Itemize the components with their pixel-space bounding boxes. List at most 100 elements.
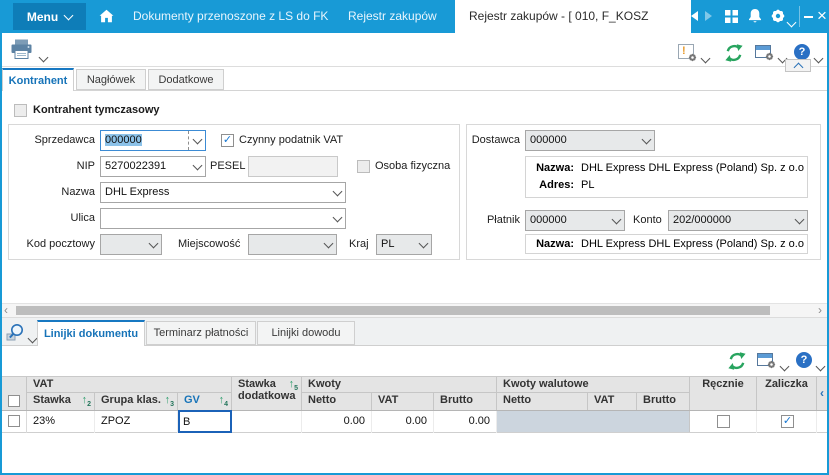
scrollbar-left-arrow-icon[interactable]: ‹ (4, 303, 8, 317)
column-header-stawka[interactable]: Stawka ↑2 (27, 393, 95, 410)
grid-collapse-icon[interactable]: ‹ (817, 377, 827, 410)
tab-scroll-prev-icon[interactable] (691, 11, 698, 21)
dropdown-arrow-icon[interactable] (188, 131, 205, 150)
osoba-fizyczna-checkbox[interactable] (357, 160, 370, 173)
platnik-combobox[interactable]: 000000 (525, 210, 625, 231)
scrollbar-right-arrow-icon[interactable]: › (818, 303, 822, 317)
help-dropdown-icon[interactable] (813, 49, 824, 67)
column-header-stawka-dodatkowa[interactable]: Stawka dodatkowa ↑5 (232, 377, 302, 410)
detail-help-dropdown-icon[interactable] (815, 357, 826, 375)
kontrahent-tymczasowy-checkbox[interactable] (14, 104, 27, 117)
divider (762, 7, 763, 27)
dropdown-arrow-icon[interactable] (791, 211, 807, 230)
cell-stawka[interactable]: 23% (27, 411, 95, 433)
scrollbar-thumb[interactable] (16, 306, 770, 315)
dropdown-arrow-icon[interactable] (320, 235, 336, 254)
column-header-netto[interactable]: Netto (302, 393, 372, 410)
close-button[interactable]: × (817, 7, 827, 24)
czynny-podatnik-vat-checkbox[interactable]: ✓ (221, 134, 234, 147)
dropdown-arrow-icon[interactable] (329, 183, 345, 202)
row-select-checkbox[interactable] (8, 415, 20, 427)
column-header-brutto[interactable]: Brutto (434, 393, 497, 410)
window-titlebar-glyph (758, 354, 772, 358)
column-header-recznie[interactable]: Ręcznie (690, 377, 757, 410)
pesel-field[interactable] (248, 156, 338, 177)
print-dropdown-icon[interactable] (38, 48, 49, 66)
detail-refresh-icon[interactable] (727, 351, 747, 376)
column-header-wal-brutto[interactable]: Brutto (637, 393, 690, 410)
tab-terminarz-platnosci[interactable]: Terminarz płatności (146, 321, 256, 345)
tab-scroll-next-icon[interactable] (705, 11, 712, 21)
kod-pocztowy-combobox[interactable] (100, 234, 162, 255)
konto-combobox[interactable]: 202/000000 (668, 210, 808, 231)
group-header-vat[interactable]: VAT (27, 377, 232, 393)
dropdown-arrow-icon[interactable] (329, 209, 345, 228)
ulica-combobox[interactable] (100, 208, 346, 229)
dropdown-arrow-icon[interactable] (145, 235, 161, 254)
tab-kontrahent[interactable]: Kontrahent (2, 68, 74, 91)
group-header-kwoty[interactable]: Kwoty (302, 377, 497, 393)
titlebar: Menu Dokumenty przenoszone z LS do FK Re… (0, 0, 829, 33)
group-header-kwoty-walutowe[interactable]: Kwoty walutowe (497, 377, 690, 393)
menu-button[interactable]: Menu (13, 3, 86, 30)
tab-linijki-dowodu[interactable]: Linijki dowodu (257, 321, 355, 345)
tab-dokumenty-przenoszone[interactable]: Dokumenty przenoszone z LS do FK (133, 0, 328, 33)
platnik-nazwa-label: Nazwa: (536, 238, 574, 250)
recznie-checkbox[interactable] (717, 415, 730, 428)
select-all-checkbox[interactable] (8, 395, 20, 407)
czynny-podatnik-vat-label: Czynny podatnik VAT (239, 134, 344, 146)
nazwa-value: DHL Express (105, 186, 170, 198)
validation-settings-icon[interactable]: ! (678, 44, 697, 62)
dostawca-adres-value: PL (581, 179, 595, 191)
chevron-up-icon (793, 62, 803, 72)
home-icon[interactable] (99, 9, 114, 28)
detail-layout-dropdown-icon[interactable] (779, 357, 790, 375)
column-header-wal-netto[interactable]: Netto (497, 393, 588, 410)
dropdown-arrow-icon[interactable] (189, 157, 205, 176)
kraj-combobox[interactable]: PL (376, 234, 432, 255)
dropdown-arrow-icon[interactable] (415, 235, 431, 254)
column-header-wal-vat[interactable]: VAT (588, 393, 637, 410)
tab-naglowek[interactable]: Nagłówek (76, 69, 146, 90)
zoom-icon[interactable] (6, 322, 26, 347)
detail-layout-settings-icon[interactable] (757, 353, 776, 369)
layout-settings-icon[interactable] (755, 45, 774, 61)
nip-combobox[interactable]: 5270022391 (100, 156, 206, 177)
refresh-icon[interactable] (724, 43, 744, 68)
bell-icon[interactable] (748, 8, 762, 29)
sprzedawca-combobox[interactable]: 000000 (100, 130, 206, 151)
column-header-grupa-klas[interactable]: Grupa klas. ↑3 (95, 393, 178, 410)
zaliczka-checkbox[interactable]: ✓ (781, 415, 794, 428)
application-window: Menu Dokumenty przenoszone z LS do FK Re… (0, 0, 829, 475)
cell-gv-selected[interactable]: B (178, 410, 232, 433)
validation-dropdown-icon[interactable] (700, 49, 711, 67)
help-icon[interactable]: ? (794, 44, 810, 60)
miejscowosc-combobox[interactable] (248, 234, 337, 255)
detail-help-icon[interactable]: ? (796, 352, 812, 368)
minimize-button[interactable] (804, 16, 813, 18)
tab-rejestr-zakupow-active[interactable]: Rejestr zakupów - [ 010, F_KOSZ (455, 0, 691, 33)
tab-linijki-dokumentu[interactable]: Linijki dokumentu (37, 320, 145, 346)
print-icon[interactable] (9, 39, 34, 65)
dropdown-arrow-icon[interactable] (608, 211, 624, 230)
cell-grupa-klas[interactable]: ZPOZ (95, 411, 178, 433)
zoom-dropdown-icon[interactable] (27, 329, 38, 347)
column-header-zaliczka[interactable]: Zaliczka (757, 377, 817, 410)
tab-rejestr-zakupow[interactable]: Rejestr zakupów (348, 0, 437, 33)
cell-stawka-dodatkowa[interactable] (232, 411, 302, 433)
dostawca-combobox[interactable]: 000000 (525, 130, 655, 151)
collapse-panel-button[interactable] (785, 59, 811, 72)
konto-label: Konto (633, 214, 662, 226)
settings-gear-icon[interactable] (770, 8, 786, 29)
cell-vat[interactable]: 0.00 (372, 411, 434, 433)
cell-brutto[interactable]: 0.00 (434, 411, 497, 433)
column-header-vat[interactable]: VAT (372, 393, 434, 410)
settings-dropdown-icon[interactable] (786, 13, 797, 31)
nazwa-combobox[interactable]: DHL Express (100, 182, 346, 203)
dropdown-arrow-icon[interactable] (638, 131, 654, 150)
column-header-gv[interactable]: GV ↑4 (178, 393, 232, 410)
sprzedawca-label: Sprzedawca (34, 134, 95, 146)
cell-netto[interactable]: 0.00 (302, 411, 372, 433)
tab-dodatkowe[interactable]: Dodatkowe (148, 69, 224, 90)
apps-grid-icon[interactable] (725, 10, 738, 28)
